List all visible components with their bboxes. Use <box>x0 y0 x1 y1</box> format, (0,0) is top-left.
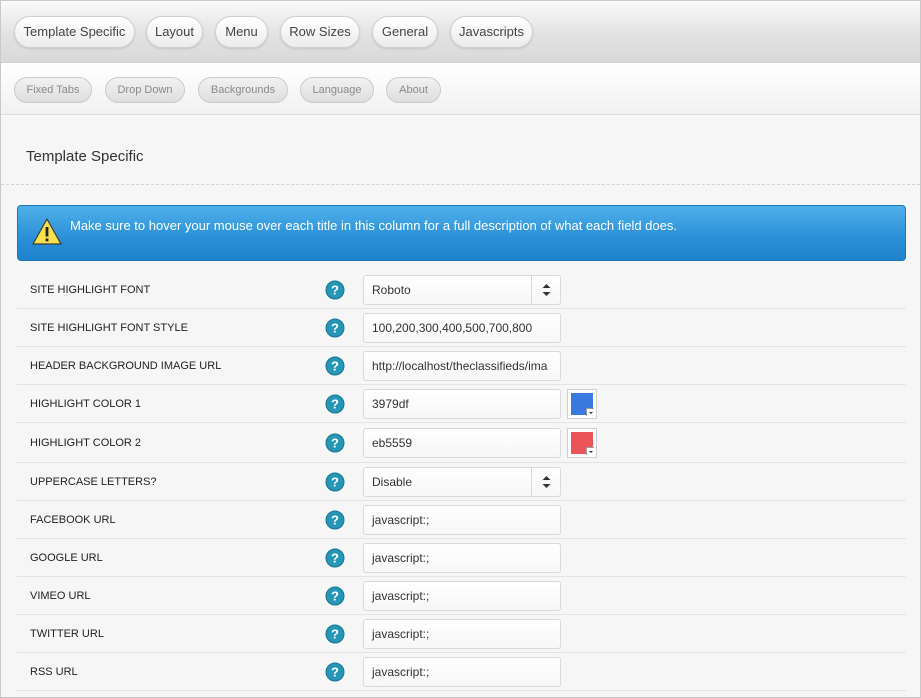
field-label: SITE HIGHLIGHT FONT <box>30 284 151 296</box>
corner-arrow-icon <box>586 408 594 416</box>
svg-text:?: ? <box>331 359 339 374</box>
field-label: VIMEO URL <box>30 590 91 602</box>
field-label: SITE HIGHLIGHT FONT STYLE <box>30 322 188 334</box>
input-header-background-image-url[interactable]: http://localhost/theclassifieds/ima <box>363 351 561 381</box>
subtab-about[interactable]: About <box>386 77 441 103</box>
tab-layout[interactable]: Layout <box>146 16 203 48</box>
field-row-site-highlight-font-style: SITE HIGHLIGHT FONT STYLE? 100,200,300,40… <box>17 309 906 347</box>
field-label: HIGHLIGHT COLOR 2 <box>30 437 142 449</box>
svg-text:?: ? <box>331 321 339 336</box>
subtab-language[interactable]: Language <box>300 77 374 103</box>
up-down-arrow-icon <box>542 284 551 296</box>
field-label: RSS URL <box>30 666 78 678</box>
select-arrows-icon[interactable] <box>531 276 560 304</box>
field-label: FACEBOOK URL <box>30 514 116 526</box>
tab-menu[interactable]: Menu <box>215 16 268 48</box>
color-picker-swatch[interactable] <box>567 428 597 458</box>
field-row-header-background-image-url: HEADER BACKGROUND IMAGE URL? http://local… <box>17 347 906 385</box>
main-tab-bar: Template Specific Layout Menu Row Sizes … <box>1 1 920 63</box>
input-vimeo-url[interactable]: javascript:; <box>363 581 561 611</box>
subtab-fixed-tabs[interactable]: Fixed Tabs <box>14 77 92 103</box>
info-alert: Make sure to hover your mouse over each … <box>17 205 906 261</box>
svg-text:?: ? <box>331 665 339 680</box>
tab-general[interactable]: General <box>372 16 438 48</box>
svg-text:?: ? <box>331 589 339 604</box>
tab-row-sizes[interactable]: Row Sizes <box>280 16 360 48</box>
field-row-site-highlight-font: SITE HIGHLIGHT FONT? Roboto <box>17 271 906 309</box>
field-value: javascript:; <box>372 627 430 641</box>
field-label: GOOGLE URL <box>30 552 103 564</box>
field-row-highlight-color-2: HIGHLIGHT COLOR 2? eb5559 <box>17 423 906 463</box>
help-icon[interactable]: ? <box>325 624 345 644</box>
field-value: javascript:; <box>372 513 430 527</box>
input-site-highlight-font-style[interactable]: 100,200,300,400,500,700,800 <box>363 313 561 343</box>
field-label: TWITTER URL <box>30 628 104 640</box>
field-row-facebook-url: FACEBOOK URL? javascript:; <box>17 501 906 539</box>
field-label: HIGHLIGHT COLOR 1 <box>30 398 142 410</box>
select-uppercase-letters[interactable]: Disable <box>363 467 561 497</box>
field-value: Roboto <box>372 283 411 297</box>
tab-template-specific[interactable]: Template Specific <box>14 16 135 48</box>
input-facebook-url[interactable]: javascript:; <box>363 505 561 535</box>
field-value: http://localhost/theclassifieds/ima <box>372 359 548 373</box>
svg-text:?: ? <box>331 436 339 451</box>
svg-text:?: ? <box>331 283 339 298</box>
help-icon[interactable]: ? <box>325 280 345 300</box>
field-value: Disable <box>372 475 413 489</box>
color-preview <box>571 393 594 416</box>
input-google-url[interactable]: javascript:; <box>363 543 561 573</box>
field-label: HEADER BACKGROUND IMAGE URL <box>30 360 222 372</box>
warning-icon <box>32 218 62 245</box>
field-value: 3979df <box>372 397 409 411</box>
field-value: javascript:; <box>372 551 430 565</box>
up-down-arrow-icon <box>542 476 551 488</box>
sub-tab-bar: Fixed Tabs Drop Down Backgrounds Languag… <box>1 63 920 115</box>
tab-javascripts[interactable]: Javascripts <box>450 16 533 48</box>
help-icon[interactable]: ? <box>325 472 345 492</box>
select-arrows-icon[interactable] <box>531 468 560 496</box>
select-site-highlight-font[interactable]: Roboto <box>363 275 561 305</box>
help-icon[interactable]: ? <box>325 394 345 414</box>
help-icon[interactable]: ? <box>325 318 345 338</box>
field-row-rss-url: RSS URL? javascript:; <box>17 653 906 691</box>
help-icon[interactable]: ? <box>325 586 345 606</box>
help-icon[interactable]: ? <box>325 548 345 568</box>
divider <box>1 184 920 185</box>
color-picker-swatch[interactable] <box>567 389 597 419</box>
svg-text:?: ? <box>331 475 339 490</box>
field-row-twitter-url: TWITTER URL? javascript:; <box>17 615 906 653</box>
svg-text:?: ? <box>331 627 339 642</box>
field-row-highlight-color-1: HIGHLIGHT COLOR 1? 3979df <box>17 385 906 423</box>
subtab-drop-down[interactable]: Drop Down <box>105 77 185 103</box>
field-value: javascript:; <box>372 665 430 679</box>
corner-arrow-icon <box>586 447 594 455</box>
field-row-google-url: GOOGLE URL? javascript:; <box>17 539 906 577</box>
svg-text:?: ? <box>331 397 339 412</box>
color-preview <box>571 432 594 455</box>
input-highlight-color-1[interactable]: 3979df <box>363 389 561 419</box>
help-icon[interactable]: ? <box>325 510 345 530</box>
alert-text: Make sure to hover your mouse over each … <box>70 218 677 233</box>
input-twitter-url[interactable]: javascript:; <box>363 619 561 649</box>
field-row-vimeo-url: VIMEO URL? javascript:; <box>17 577 906 615</box>
help-icon[interactable]: ? <box>325 433 345 453</box>
section-title: Template Specific <box>26 148 144 165</box>
field-row-uppercase-letters: UPPERCASE LETTERS?? Disable <box>17 463 906 501</box>
input-rss-url[interactable]: javascript:; <box>363 657 561 687</box>
help-icon[interactable]: ? <box>325 356 345 376</box>
options-panel: Template Specific Layout Menu Row Sizes … <box>0 0 921 698</box>
help-icon[interactable]: ? <box>325 662 345 682</box>
svg-text:?: ? <box>331 513 339 528</box>
input-highlight-color-2[interactable]: eb5559 <box>363 428 561 458</box>
field-value: 100,200,300,400,500,700,800 <box>372 321 533 335</box>
svg-text:?: ? <box>331 551 339 566</box>
field-label: UPPERCASE LETTERS? <box>30 476 157 488</box>
subtab-backgrounds[interactable]: Backgrounds <box>198 77 288 103</box>
field-value: javascript:; <box>372 589 430 603</box>
field-value: eb5559 <box>372 436 413 450</box>
